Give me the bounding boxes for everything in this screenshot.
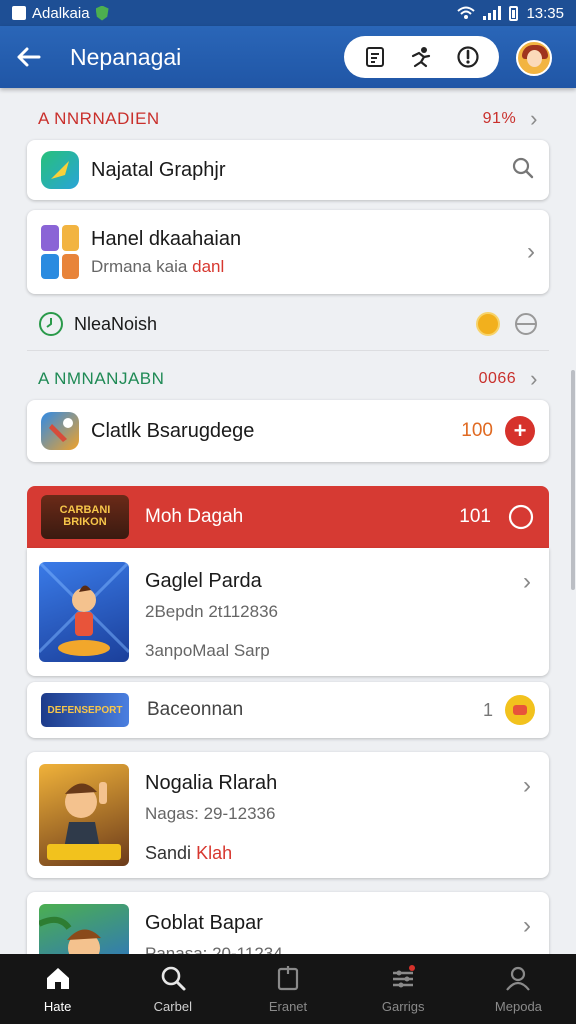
search-icon[interactable] — [511, 156, 535, 185]
promo-header[interactable]: CARBANI BRIKON Moh Dagah 101 — [27, 486, 549, 548]
strip-label: Baceonnan — [147, 699, 244, 720]
game-meta: 2Bepdn 2t112836 — [145, 602, 278, 621]
chevron-right-icon: › — [523, 912, 531, 939]
promo-logo: CARBANI BRIKON — [41, 495, 129, 539]
activity-button[interactable] — [407, 43, 435, 71]
card-title: Clatlk Bsarugdege — [91, 419, 255, 442]
badge-icon[interactable] — [505, 695, 535, 725]
row-label: NleaNoish — [74, 313, 158, 334]
action-pill — [344, 36, 499, 78]
card-subtitle: Drmana kaia — [91, 256, 188, 276]
card-count: 100 — [461, 420, 493, 441]
divider — [27, 350, 549, 351]
graph-app-icon — [41, 151, 79, 189]
settings-row[interactable]: NleaNoish — [38, 308, 538, 340]
runner-icon — [412, 47, 431, 68]
add-button[interactable]: + — [505, 416, 535, 446]
strip-count: 1 — [482, 699, 493, 720]
nav-home[interactable]: Hate — [0, 954, 115, 1024]
nav-settings[interactable]: Garrigs — [346, 954, 461, 1024]
avatar[interactable] — [516, 40, 552, 76]
back-button[interactable] — [14, 42, 44, 72]
nav-label: Eranet — [268, 999, 308, 1014]
chevron-right-icon: › — [523, 568, 531, 595]
card-subtitle-highlight: danl — [192, 256, 225, 276]
document-icon — [277, 966, 299, 991]
chevron-right-icon: › — [530, 106, 538, 131]
game-thumbnail — [39, 562, 129, 662]
strip-logo: DEFENSEPORT — [41, 693, 129, 727]
game-thumbnail — [39, 764, 129, 866]
promo-title: Moh Dagah — [145, 506, 244, 527]
app-group-card[interactable]: Hanel dkaahaian Drmana kaia danl › — [27, 210, 549, 294]
game-title: Gaglel Parda — [145, 570, 262, 592]
section-count: 91% — [482, 110, 517, 127]
list-button[interactable] — [361, 43, 389, 71]
nav-label: Mepoda — [494, 999, 542, 1014]
game-tag: 3anpoMaal Sarp — [145, 641, 270, 660]
challenge-app-icon — [41, 412, 79, 450]
coin-icon — [476, 312, 500, 336]
chevron-right-icon: › — [530, 366, 538, 391]
strip-card[interactable]: DEFENSEPORT Baceonnan 1 — [27, 682, 549, 738]
promo-count: 101 — [459, 506, 491, 527]
clock: 13:35 — [526, 4, 564, 22]
nav-search[interactable]: Carbel — [115, 954, 230, 1024]
toggle-icon[interactable] — [514, 312, 538, 336]
nav-label: Carbel — [153, 999, 192, 1014]
radio-circle-icon[interactable] — [507, 503, 535, 531]
search-card[interactable]: Najatal Graphjr — [27, 140, 549, 200]
profile-icon — [506, 966, 531, 991]
game-title: Nogalia Rlarah — [145, 772, 278, 794]
nav-profile[interactable]: Mepoda — [461, 954, 576, 1024]
app-bar: Nepanagai — [0, 26, 576, 88]
section-title: A NMNANJABN — [38, 369, 165, 388]
signal-icon — [483, 6, 502, 20]
app-group-icon — [41, 225, 79, 279]
section-header-2[interactable]: A NMNANJABN 0066 › — [38, 364, 538, 394]
section-title: A NNRNADIEN — [38, 109, 160, 128]
carrier-label: Adalkaia — [32, 4, 90, 22]
wifi-icon — [457, 6, 476, 19]
settings-icon — [393, 965, 416, 988]
page-title: Nepanagai — [70, 43, 182, 70]
alert-circle-icon — [457, 46, 479, 68]
search-icon — [161, 966, 186, 991]
scrollbar[interactable] — [571, 370, 575, 590]
nav-documents[interactable]: Eranet — [230, 954, 345, 1024]
shield-icon — [95, 5, 109, 21]
chevron-right-icon: › — [523, 772, 531, 799]
game-tag-highlight: Klah — [196, 843, 233, 863]
section-header-1[interactable]: A NNRNADIEN 91% › — [38, 104, 538, 134]
notification-icon — [12, 6, 26, 20]
section-count: 0066 — [478, 370, 517, 387]
status-bar: Adalkaia 13:35 — [0, 0, 576, 26]
challenge-card[interactable]: Clatlk Bsarugdege 100 + — [27, 400, 549, 462]
chevron-right-icon: › — [527, 238, 535, 265]
nav-label: Hate — [43, 999, 72, 1014]
clock-icon — [39, 312, 63, 336]
home-icon — [46, 968, 69, 989]
back-arrow-icon — [17, 47, 41, 67]
game-card-1[interactable]: Gaglel Parda 2Bepdn 2t112836 3anpoMaal S… — [27, 548, 549, 676]
info-button[interactable] — [454, 43, 482, 71]
game-meta: Nagas: 29-12336 — [145, 804, 276, 823]
bottom-nav: Hate Carbel Eranet Garrigs Mepoda — [0, 954, 576, 1024]
game-title: Goblat Bapar — [145, 912, 263, 934]
plus-icon: + — [513, 418, 527, 443]
card-title: Hanel dkaahaian — [91, 227, 242, 250]
game-card-2[interactable]: Nogalia Rlarah Nagas: 29-12336 Sandi Kla… — [27, 752, 549, 878]
battery-icon — [509, 5, 519, 21]
clipboard-icon — [366, 47, 385, 67]
search-card-label: Najatal Graphjr — [91, 158, 226, 181]
game-tag: Sandi — [145, 843, 192, 863]
nav-label: Garrigs — [381, 999, 425, 1014]
